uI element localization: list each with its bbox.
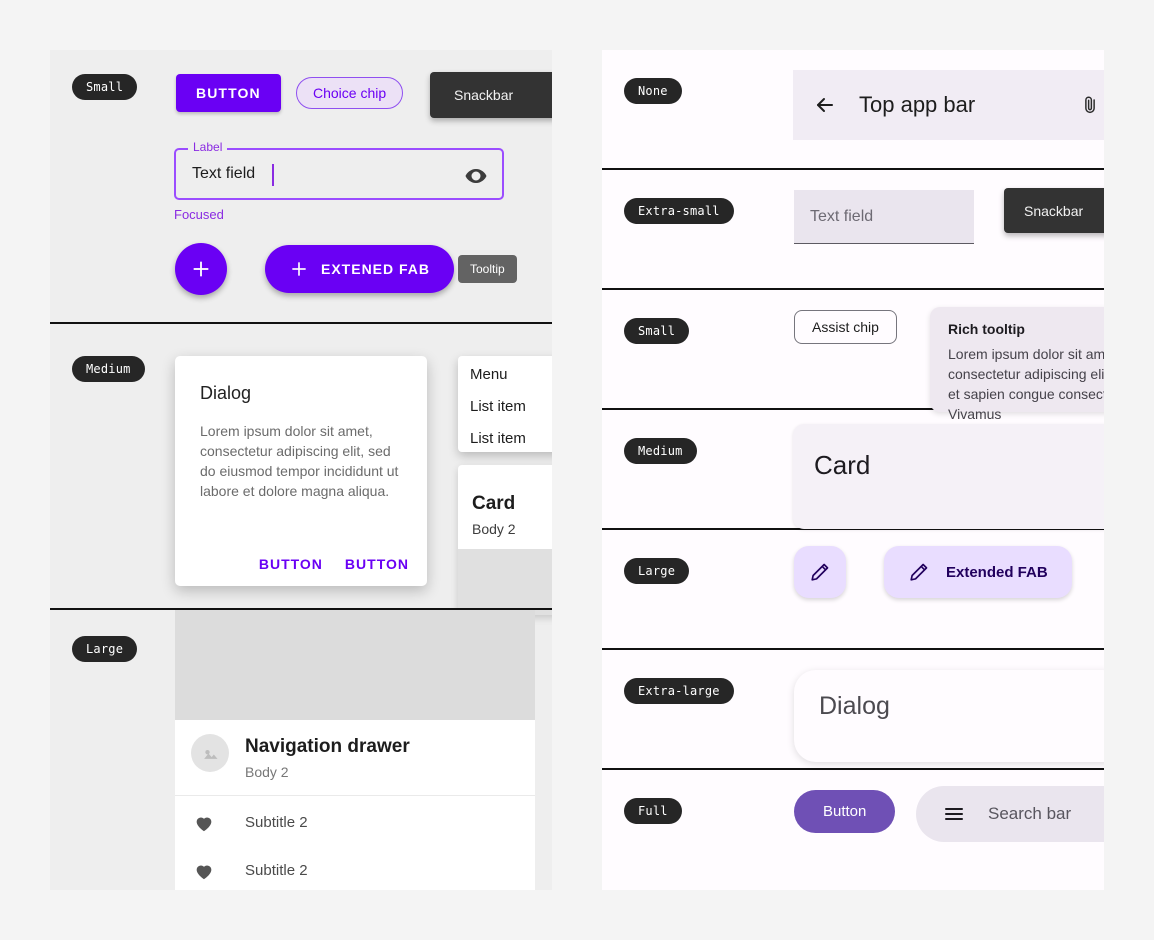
navigation-drawer: Navigation drawer Body 2 Subtitle 2 Subt… (175, 610, 535, 890)
drawer-title: Navigation drawer (245, 736, 410, 757)
heart-icon (193, 812, 215, 834)
card-image-placeholder (458, 549, 552, 615)
floating-action-button[interactable] (175, 243, 227, 295)
arrow-left-icon[interactable] (813, 93, 837, 117)
drawer-list-item-label: Subtitle 2 (245, 814, 308, 831)
filled-button[interactable]: Button (794, 790, 896, 833)
search-bar-placeholder: Search bar (988, 804, 1072, 823)
drawer-header: Navigation drawer Body 2 (175, 720, 535, 796)
text-field-value: Text field (192, 165, 256, 182)
pencil-icon (908, 561, 930, 583)
top-app-bar: Top app bar (793, 70, 1104, 140)
shape-row-medium: Medium Card (602, 410, 1104, 530)
component-showcase-stage: Small BUTTON Choice chip Snackbar Label … (0, 0, 1154, 940)
right-panel: None Top app bar Extra-small Text field … (602, 50, 1104, 890)
shape-row-extra-small: Extra-small Text field Snackbar (602, 170, 1104, 290)
card[interactable]: Card (793, 424, 1104, 529)
pencil-icon (809, 561, 831, 583)
dialog-actions: BUTTON BUTTON (259, 556, 409, 572)
card-title: Card (814, 450, 871, 480)
shape-row-small: Small Assist chip Rich tooltip Lorem ips… (602, 290, 1104, 422)
card-body: Body 2 (472, 521, 516, 537)
rich-tooltip: Rich tooltip Lorem ipsum dolor sit amet,… (930, 307, 1104, 422)
dialog: Dialog (794, 670, 1104, 762)
drawer-subtitle: Body 2 (245, 764, 289, 780)
drawer-hero-image (175, 610, 535, 720)
size-pill-small: Small (72, 74, 138, 100)
menu: Menu List item List item (458, 356, 552, 452)
dialog-action-left[interactable]: BUTTON (259, 556, 323, 572)
size-pill-medium: Medium (72, 356, 145, 382)
eye-icon[interactable] (464, 164, 488, 188)
tooltip: Tooltip (458, 255, 517, 283)
size-pill-full: Full (624, 798, 682, 824)
top-app-bar-title: Top app bar (859, 92, 976, 117)
row-divider (50, 322, 552, 324)
snackbar: Snackbar (1004, 188, 1104, 233)
extended-fab-label: EXTENED FAB (321, 261, 431, 277)
shape-row-extra-large: Extra-large Dialog (602, 650, 1104, 770)
card[interactable]: Card Body 2 (458, 465, 552, 615)
text-cursor (272, 164, 274, 186)
size-pill-extra-large: Extra-large (624, 678, 734, 704)
dialog-title: Dialog (819, 692, 890, 720)
snackbar: Snackbar (430, 72, 552, 118)
plus-icon (190, 258, 212, 280)
size-pill-large: Large (72, 636, 138, 662)
hamburger-menu-icon[interactable] (942, 802, 966, 826)
shape-row-full: Full Button Search bar (602, 770, 1104, 890)
search-bar[interactable]: Search bar (916, 786, 1104, 842)
drawer-list-item[interactable]: Subtitle 2 (175, 800, 535, 848)
left-panel: Small BUTTON Choice chip Snackbar Label … (50, 50, 552, 890)
filled-button[interactable]: BUTTON (176, 74, 281, 112)
drawer-list-item[interactable]: Subtitle 2 (175, 848, 535, 890)
choice-chip[interactable]: Choice chip (296, 77, 404, 109)
filled-text-field[interactable]: Text field (794, 190, 974, 244)
extended-fab[interactable]: EXTENED FAB (265, 245, 455, 293)
dialog-title: Dialog (200, 383, 252, 403)
shape-row-none: None Top app bar (602, 50, 1104, 170)
dialog-body: Lorem ipsum dolor sit amet, consectetur … (200, 423, 399, 499)
size-pill-medium: Medium (624, 438, 697, 464)
card-title: Card (472, 493, 516, 514)
menu-item-0[interactable]: Menu (470, 366, 508, 383)
floating-action-button[interactable] (794, 546, 846, 598)
assist-chip[interactable]: Assist chip (794, 310, 897, 344)
size-pill-extra-small: Extra-small (624, 198, 734, 224)
snackbar-label: Snackbar (454, 87, 514, 103)
size-pill-small: Small (624, 318, 690, 344)
menu-item-1[interactable]: List item (470, 398, 526, 415)
menu-item-2[interactable]: List item (470, 430, 526, 447)
text-field-label: Label (188, 140, 228, 154)
snackbar-label: Snackbar (1024, 202, 1084, 219)
text-field-helper-text: Focused (174, 207, 224, 222)
dialog-action-right[interactable]: BUTTON (345, 556, 409, 572)
size-pill-none: None (624, 78, 682, 104)
extended-fab-label: Extended FAB (946, 563, 1048, 581)
extended-fab[interactable]: Extended FAB (884, 546, 1072, 598)
outlined-text-field[interactable]: Label Text field (174, 140, 504, 200)
paperclip-icon[interactable] (1079, 94, 1101, 116)
avatar-image-icon (191, 734, 229, 772)
size-pill-large: Large (624, 558, 690, 584)
plus-icon (289, 259, 309, 279)
drawer-list-item-label: Subtitle 2 (245, 862, 308, 879)
text-field-placeholder: Text field (810, 208, 874, 225)
rich-tooltip-title: Rich tooltip (948, 321, 1025, 337)
dialog: Dialog Lorem ipsum dolor sit amet, conse… (175, 356, 427, 586)
shape-row-large: Large Extended FAB (602, 530, 1104, 650)
heart-icon (193, 860, 215, 882)
